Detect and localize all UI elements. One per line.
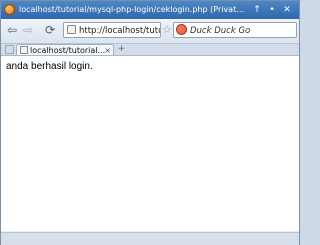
bookmark-star-icon[interactable]: ☆: [161, 23, 173, 37]
login-message: anda berhasil login.: [6, 61, 93, 72]
tab-list-icon[interactable]: [5, 45, 14, 54]
search-input[interactable]: Duck Duck Go: [173, 22, 297, 38]
browser-window: localhost/tutorial/mysql-php-login/ceklo…: [0, 0, 300, 245]
title-bar[interactable]: localhost/tutorial/mysql-php-login/ceklo…: [1, 1, 299, 19]
search-placeholder: Duck Duck Go: [190, 26, 251, 36]
tab-close-icon[interactable]: ×: [104, 45, 111, 55]
tab-label: localhost/tutorial...: [30, 46, 106, 55]
firefox-icon: [4, 4, 15, 15]
address-bar[interactable]: http://localhost/tutorial: [63, 22, 161, 38]
new-tab-button[interactable]: +: [116, 44, 127, 55]
tab-active[interactable]: localhost/tutorial... ×: [16, 44, 114, 55]
back-button[interactable]: ⇦: [5, 23, 19, 37]
reload-button[interactable]: ⟳: [43, 23, 57, 37]
page-icon: [67, 25, 76, 34]
tab-page-icon: [20, 46, 28, 54]
address-text: http://localhost/tutorial: [79, 26, 160, 36]
status-bar: [1, 232, 299, 245]
page-content: anda berhasil login.: [1, 56, 299, 231]
close-window-button[interactable]: ✕: [281, 1, 293, 19]
window-title: localhost/tutorial/mysql-php-login/ceklo…: [19, 5, 249, 14]
minimize-button[interactable]: •: [266, 1, 278, 19]
navigation-toolbar: ⇦ ⇨ ⟳ http://localhost/tutorial ☆ Duck D…: [1, 19, 299, 44]
duckduckgo-icon: [176, 24, 187, 35]
forward-button[interactable]: ⇨: [21, 23, 35, 37]
tab-strip: localhost/tutorial... × +: [1, 44, 299, 56]
arrow-up-icon[interactable]: ↑: [251, 1, 263, 19]
